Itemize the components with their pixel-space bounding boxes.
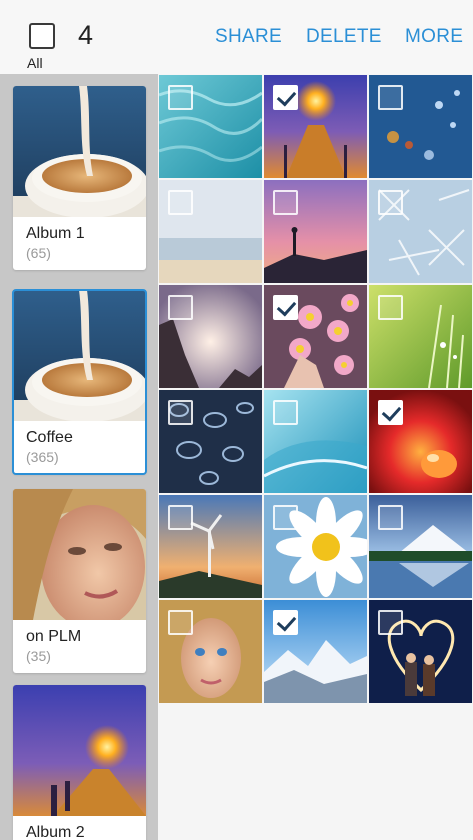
- select-checkbox[interactable]: [378, 190, 403, 215]
- delete-button[interactable]: DELETE: [306, 26, 382, 48]
- select-checkbox[interactable]: [168, 85, 193, 110]
- select-checkbox[interactable]: [273, 295, 298, 320]
- select-checkbox[interactable]: [378, 610, 403, 635]
- album-card-album-2[interactable]: Album 2: [13, 685, 146, 840]
- select-checkbox[interactable]: [273, 190, 298, 215]
- photo-thumbnail[interactable]: [369, 390, 472, 493]
- select-checkbox[interactable]: [378, 505, 403, 530]
- photo-thumbnail[interactable]: [369, 180, 472, 283]
- select-checkbox[interactable]: [168, 295, 193, 320]
- select-checkbox[interactable]: [378, 400, 403, 425]
- album-count: (65): [26, 245, 51, 261]
- album-thumbnail: [13, 290, 146, 421]
- album-thumbnail: [13, 489, 146, 620]
- select-checkbox[interactable]: [168, 190, 193, 215]
- album-card-album-1[interactable]: Album 1 (65): [13, 86, 146, 270]
- photo-thumbnail[interactable]: [369, 75, 472, 178]
- album-thumbnail: [13, 86, 146, 217]
- select-checkbox[interactable]: [378, 295, 403, 320]
- select-checkbox[interactable]: [168, 400, 193, 425]
- select-checkbox[interactable]: [273, 400, 298, 425]
- more-button[interactable]: MORE: [405, 26, 463, 48]
- photo-thumbnail[interactable]: [159, 285, 262, 388]
- select-checkbox[interactable]: [168, 610, 193, 635]
- photo-grid[interactable]: [158, 74, 473, 703]
- photo-thumbnail[interactable]: [159, 75, 262, 178]
- photo-thumbnail[interactable]: [369, 495, 472, 598]
- select-checkbox[interactable]: [273, 85, 298, 110]
- photo-thumbnail[interactable]: [264, 390, 367, 493]
- selection-toolbar: All 4 SHARE DELETE MORE: [0, 0, 473, 74]
- album-card-on-plm[interactable]: on PLM (35): [13, 489, 146, 673]
- album-name: Album 2: [26, 824, 85, 840]
- photo-thumbnail[interactable]: [159, 180, 262, 283]
- select-checkbox[interactable]: [273, 610, 298, 635]
- photo-thumbnail[interactable]: [369, 285, 472, 388]
- album-name: on PLM: [26, 628, 82, 645]
- album-name: Coffee: [26, 429, 73, 446]
- album-sidebar[interactable]: Album 1 (65) Coffee (365) on PLM (35) Al…: [0, 74, 158, 840]
- photo-thumbnail[interactable]: [369, 600, 472, 703]
- share-button[interactable]: SHARE: [215, 26, 282, 48]
- photo-thumbnail[interactable]: [159, 495, 262, 598]
- photo-thumbnail[interactable]: [159, 600, 262, 703]
- album-card-coffee[interactable]: Coffee (365): [12, 289, 147, 475]
- select-all-checkbox[interactable]: [29, 23, 55, 49]
- photo-thumbnail[interactable]: [264, 180, 367, 283]
- photo-thumbnail[interactable]: [159, 390, 262, 493]
- photo-thumbnail[interactable]: [264, 75, 367, 178]
- photo-thumbnail[interactable]: [264, 285, 367, 388]
- album-name: Album 1: [26, 225, 85, 242]
- select-checkbox[interactable]: [378, 85, 403, 110]
- select-checkbox[interactable]: [273, 505, 298, 530]
- select-all-label: All: [27, 55, 43, 71]
- album-thumbnail: [13, 685, 146, 816]
- photo-thumbnail[interactable]: [264, 495, 367, 598]
- album-count: (365): [26, 449, 59, 465]
- select-checkbox[interactable]: [168, 505, 193, 530]
- photo-thumbnail[interactable]: [264, 600, 367, 703]
- album-count: (35): [26, 648, 51, 664]
- selected-count: 4: [78, 20, 94, 50]
